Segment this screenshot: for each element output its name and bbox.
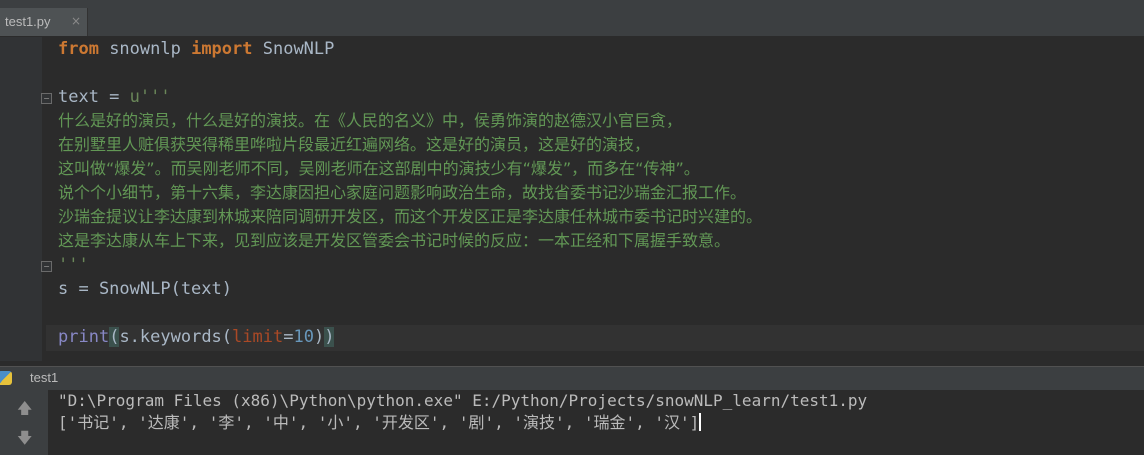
tab-label: test1.py (5, 14, 51, 29)
equals-sign: = (283, 327, 294, 347)
number-literal: 10 (293, 327, 314, 347)
fold-open-icon[interactable]: − (41, 93, 52, 104)
string-line-4: 说个个小细节，第十六集，李达康因担心家庭问题影响政治生命，故找省委书记沙瑞金汇报… (58, 183, 747, 202)
text-cursor (699, 413, 702, 431)
builtin-print: print (58, 327, 110, 347)
class-name: SnowNLP (252, 39, 335, 59)
assign-lhs: text = (58, 87, 130, 107)
paren-close-outer: ) (324, 327, 335, 347)
console-toolbar: 🡅 🡇 (0, 390, 48, 455)
tab-test1[interactable]: test1.py × (0, 8, 88, 36)
paren-open: ( (109, 327, 120, 347)
editor-tab-bar: test1.py × (0, 8, 1144, 37)
console-output-line: ['书记', '达康', '李', '中', '小', '开发区', '剧', … (58, 412, 702, 434)
close-icon[interactable]: × (71, 14, 81, 28)
console-command-line: "D:\Program Files (x86)\Python\python.ex… (58, 391, 868, 410)
string-open: u''' (129, 87, 171, 107)
run-console[interactable]: 🡅 🡇 "D:\Program Files (x86)\Python\pytho… (0, 390, 1144, 455)
paren-close-inner: ) (313, 327, 325, 347)
python-icon (0, 371, 12, 385)
string-line-1: 什么是好的演员，什么是好的演技。在《人民的名义》中，侯勇饰演的赵德汉小官巨贪， (58, 111, 683, 130)
string-line-5: 沙瑞金提议让李达康到林城来陪同调研开发区，而这个开发区正是李达康任林城市委书记时… (58, 207, 763, 226)
keyword-import: import (191, 39, 253, 59)
code-editor[interactable]: − − from snownlp import SnowNLP text = u… (0, 37, 1144, 361)
run-config-title: test1 (30, 370, 59, 385)
string-close: ''' (58, 255, 89, 275)
string-line-2: 在别墅里人赃俱获哭得稀里哗啦片段最近红遍网络。这是好的演员，这是好的演技， (58, 135, 651, 154)
window-top-strip (0, 0, 1144, 8)
editor-gutter (0, 37, 42, 361)
keyword-from: from (58, 39, 99, 59)
string-line-6: 这是李达康从车上下来，见到应该是开发区管委会书记时候的反应：一本正经和下属握手致… (58, 231, 731, 250)
param-limit: limit (232, 327, 284, 347)
code-line-import: from snownlp import SnowNLP (58, 37, 334, 61)
fold-close-icon[interactable]: − (41, 261, 52, 272)
down-arrow-icon[interactable]: 🡇 (17, 428, 32, 453)
run-tool-window-header[interactable]: test1 (0, 366, 1144, 391)
code-line-text-assign: text = u''' (58, 85, 171, 109)
method-call: s.keywords( (119, 327, 233, 347)
string-line-3: 这叫做“爆发”。而吴刚老师不同，吴刚老师在这部剧中的演技少有“爆发”，而多在“传… (58, 159, 700, 178)
console-output-text: ['书记', '达康', '李', '中', '小', '开发区', '剧', … (58, 413, 700, 432)
code-line-s-assign: s = SnowNLP(text) (58, 279, 232, 299)
code-line-print: print(s.keywords(limit=10)) (58, 325, 335, 349)
up-arrow-icon[interactable]: 🡅 (17, 398, 32, 423)
module-name: snownlp (98, 39, 192, 59)
